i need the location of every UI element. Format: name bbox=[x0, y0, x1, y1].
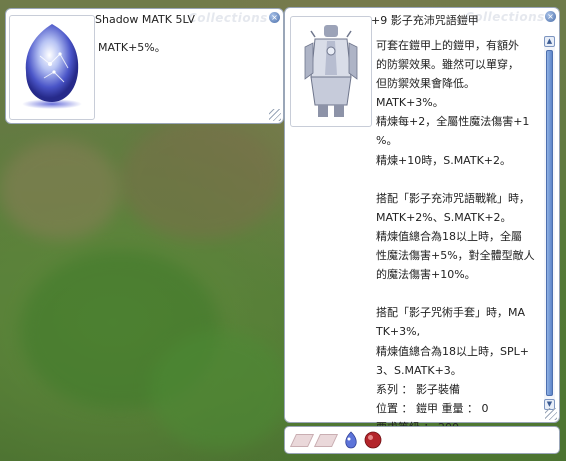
shadow-orb-icon bbox=[22, 24, 82, 109]
card-slot-bar bbox=[284, 426, 560, 454]
dirt-patch bbox=[120, 120, 280, 240]
description-line: 搭配「影子咒術手套」時，MA bbox=[376, 306, 526, 320]
description-line: MATK+3%。 bbox=[376, 96, 444, 110]
dirt-patch bbox=[0, 140, 120, 240]
description-scrollbar[interactable]: ▲ ▼ bbox=[544, 36, 555, 410]
description-line: 精煉值總合為18以上時，SPL+ bbox=[376, 344, 529, 358]
description-line: 的防禦效果。雖然可以單穿， bbox=[376, 58, 519, 72]
card-info-window[interactable]: Collections × Shadow MATK 5LV MATK+5%。 bbox=[5, 8, 284, 124]
close-button[interactable]: × bbox=[545, 11, 556, 22]
card-slot-icon[interactable] bbox=[289, 434, 315, 447]
card-title: Shadow MATK 5LV bbox=[95, 13, 195, 26]
card-illustration bbox=[9, 15, 95, 120]
description-line: 精煉值總合為18以上時，全屬 bbox=[376, 229, 522, 243]
card-slot-icon[interactable] bbox=[313, 434, 339, 447]
description-line: 搭配「影子充沛咒語戰靴」時， bbox=[376, 191, 530, 205]
description-line: 精煉+10時，S.MATK+2。 bbox=[376, 153, 512, 167]
description-line bbox=[376, 284, 546, 303]
description-line: 的魔法傷害+10%。 bbox=[376, 268, 476, 282]
description-line: 精煉每+2，全屬性魔法傷害+1 bbox=[376, 115, 530, 129]
description-line: 位置 ： 鎧甲 重量 ： 0 bbox=[376, 401, 489, 415]
armor-figure-icon bbox=[304, 25, 358, 117]
fire-element-icon[interactable] bbox=[363, 430, 383, 450]
description-line: TK+3%, bbox=[376, 325, 421, 339]
close-button[interactable]: × bbox=[269, 12, 280, 23]
description-line: 系列 ： 影子裝備 bbox=[376, 382, 460, 396]
card-description: MATK+5%。 bbox=[98, 41, 166, 54]
description-line: 可套在鎧甲上的鎧甲，有額外 bbox=[376, 39, 519, 52]
equipment-description: 可套在鎧甲上的鎧甲，有額外 的防禦效果。雖然可以單穿， 但防禦效果會降低。 MATK+… bbox=[376, 36, 546, 437]
shadow-element-icon[interactable] bbox=[341, 430, 361, 450]
equipment-info-window[interactable]: Collections × +9 影子充沛咒語鎧甲 可套在鎧甲上的鎧甲，有額外的… bbox=[284, 7, 560, 434]
scroll-track[interactable] bbox=[544, 47, 555, 399]
equipment-illustration bbox=[290, 16, 372, 127]
description-line: 性魔法傷害+5%，對全體型敵人 bbox=[376, 249, 535, 263]
equipment-title: +9 影子充沛咒語鎧甲 bbox=[371, 14, 479, 27]
grass-patch bbox=[150, 330, 290, 450]
scroll-up-button[interactable]: ▲ bbox=[544, 36, 555, 47]
description-line: %。 bbox=[376, 134, 398, 148]
watermark: Collections bbox=[188, 11, 268, 25]
description-line: 但防禦效果會降低。 bbox=[376, 77, 475, 91]
scroll-thumb[interactable] bbox=[546, 50, 553, 396]
description-line bbox=[376, 170, 546, 189]
description-line: MATK+2%、S.MATK+2。 bbox=[376, 210, 512, 224]
description-line: 3、S.MATK+3。 bbox=[376, 363, 462, 377]
resize-grip[interactable] bbox=[269, 109, 281, 121]
resize-grip[interactable] bbox=[545, 408, 557, 420]
